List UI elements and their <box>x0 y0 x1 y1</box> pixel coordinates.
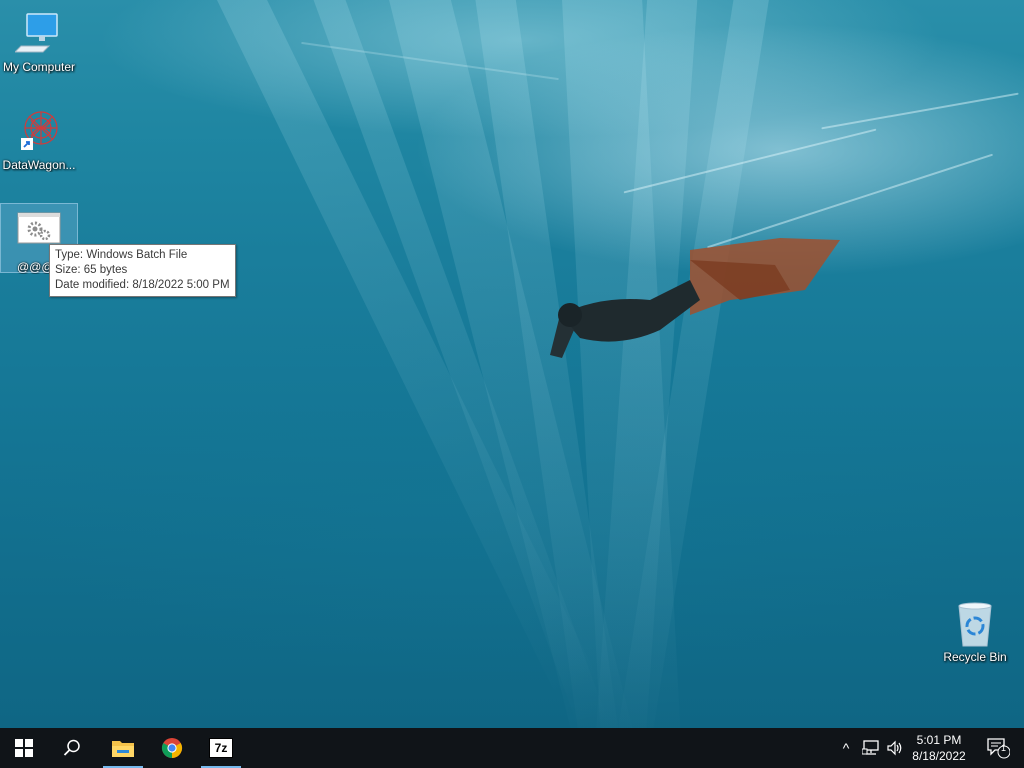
datawagon-app-icon <box>15 108 63 156</box>
computer-icon <box>13 10 63 58</box>
recycle-bin-desktop-icon[interactable]: Recycle Bin <box>937 600 1013 664</box>
start-button[interactable] <box>0 728 48 768</box>
file-explorer-button[interactable] <box>99 728 147 768</box>
action-center-button[interactable]: 1 <box>978 728 1018 768</box>
notification-icon <box>987 738 1010 759</box>
search-button[interactable] <box>48 728 96 768</box>
taskbar: 7z ^ 5:01 PM 8/18/2022 1 <box>0 728 1024 768</box>
file-info-tooltip: Type: Windows Batch File Size: 65 bytes … <box>49 244 236 297</box>
windows-start-icon <box>15 739 33 757</box>
clock-date: 8/18/2022 <box>912 749 966 763</box>
chrome-icon <box>161 738 183 759</box>
show-hidden-icons-button[interactable]: ^ <box>836 728 856 768</box>
tooltip-type: Type: Windows Batch File <box>55 249 188 261</box>
chrome-button[interactable] <box>148 728 196 768</box>
search-icon <box>63 739 80 756</box>
my-computer-desktop-icon[interactable]: My Computer <box>1 10 77 74</box>
clock-time: 5:01 PM <box>916 733 962 747</box>
surface-streak <box>821 92 1019 130</box>
chevron-up-icon: ^ <box>842 740 850 756</box>
taskbar-clock[interactable]: 5:01 PM 8/18/2022 <box>902 732 976 764</box>
notification-count-badge: 1 <box>1001 743 1007 753</box>
7zip-button[interactable]: 7z <box>197 728 245 768</box>
7zip-icon-label: 7z <box>214 741 228 755</box>
tooltip-size: Size: 65 bytes <box>55 264 128 276</box>
recycle-bin-icon <box>951 600 999 648</box>
icon-label: Recycle Bin <box>943 650 1007 664</box>
icon-label: DataWagon... <box>2 158 76 172</box>
network-icon <box>862 740 879 755</box>
7zip-icon: 7z <box>209 738 233 758</box>
icon-label: My Computer <box>2 60 76 74</box>
datawagon-desktop-icon[interactable]: DataWagon... <box>1 108 77 172</box>
desktop-background[interactable]: My Computer DataWagon... @@@ Type: Windo… <box>0 0 1024 728</box>
file-explorer-icon <box>112 741 134 757</box>
tooltip-date-modified: Date modified: 8/18/2022 5:00 PM <box>55 279 230 291</box>
diver-image <box>550 238 840 358</box>
network-button[interactable] <box>860 728 882 768</box>
